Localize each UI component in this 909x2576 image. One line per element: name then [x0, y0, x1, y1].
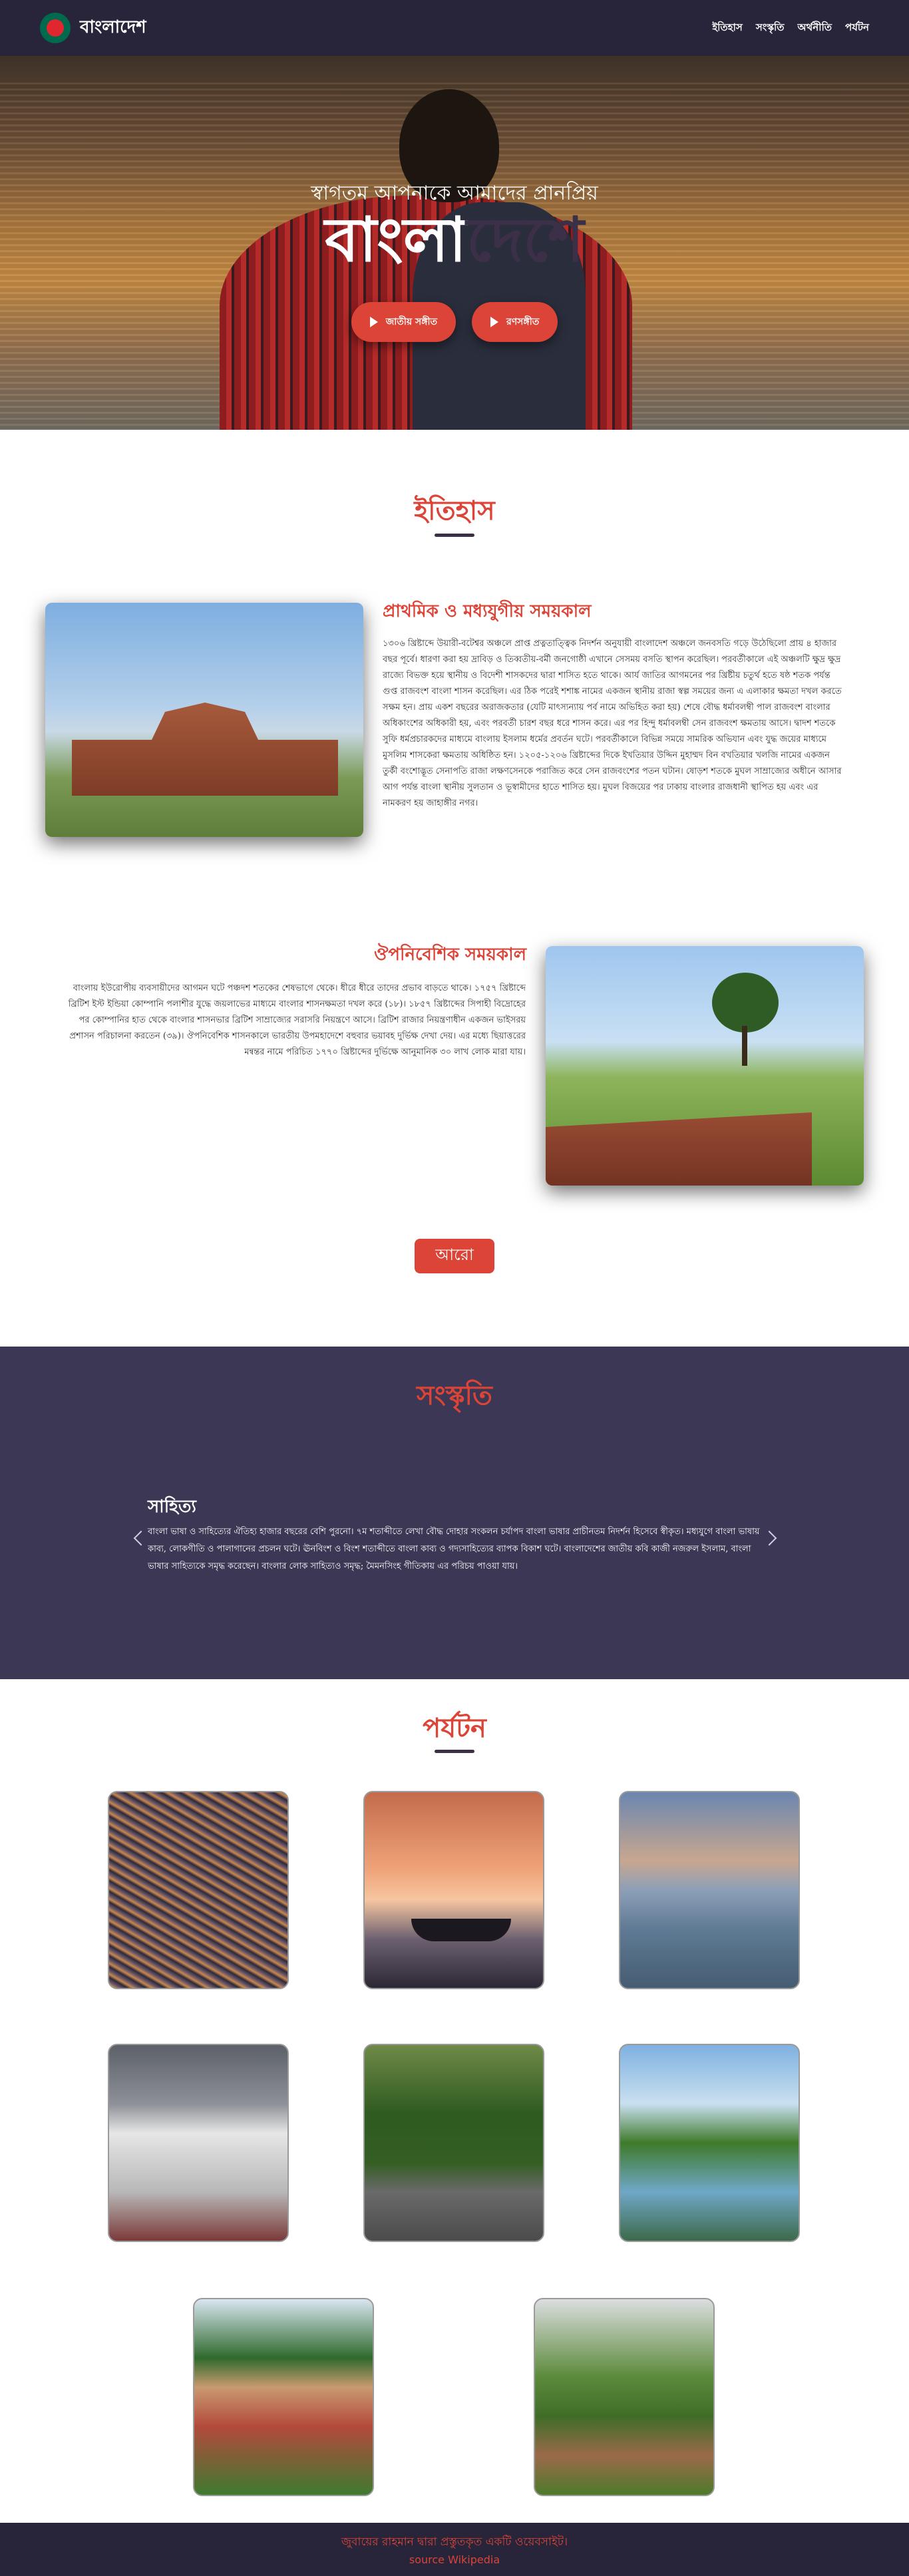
tourism-card-river[interactable] — [619, 1791, 800, 1989]
play-icon — [369, 317, 378, 327]
paharpur-ruins-image — [45, 603, 363, 837]
footer-credit: জুবায়ের রাহমান দ্বারা প্রস্তুতকৃত একটি … — [341, 2535, 568, 2549]
history-title-underline — [435, 534, 474, 537]
colonial-heading: ঔপনিবেশিক সময়কাল — [374, 945, 526, 965]
navbar: বাংলাদেশ ইতিহাস সংস্কৃতি অর্থনীতি পর্যটন — [0, 0, 909, 56]
hero-title-part2: দেশে — [466, 204, 584, 275]
nav-links: ইতিহাস সংস্কৃতি অর্থনীতি পর্যটন — [712, 20, 869, 37]
mahasthangarh-image — [546, 946, 864, 1186]
national-anthem-button[interactable]: জাতীয় সঙ্গীত — [351, 302, 456, 342]
footer-source-link[interactable]: source Wikipedia — [409, 2553, 500, 2566]
history-section-title: ইতিহাস — [414, 495, 495, 526]
hero-title-part1: বাংলা — [325, 204, 466, 275]
tourism-card-road[interactable] — [363, 2044, 544, 2242]
colonial-text: বাংলায় ইউরোপীয় ব্যবসায়ীদের আগমন ঘটে প… — [68, 983, 526, 1057]
footer: জুবায়ের রাহমান দ্বারা প্রস্তুতকৃত একটি … — [0, 2523, 909, 2576]
nav-link-economy[interactable]: অর্থনীতি — [798, 20, 832, 37]
tourism-card-mansion[interactable] — [193, 2298, 374, 2496]
tourism-card-tea-garden[interactable] — [534, 2298, 715, 2496]
tourism-card-city[interactable] — [108, 1791, 289, 1989]
literature-text: বাংলা ভাষা ও সাহিত্যের ঐতিহ্য হাজার বছরে… — [148, 1527, 760, 1571]
early-medieval-text: ১৩০৬ খ্রিষ্টাব্দে উয়ারী-বটেশ্বর অঞ্চলে … — [383, 639, 842, 808]
war-song-label: রণসঙ্গীত — [506, 317, 540, 327]
brand-name: বাংলাদেশ — [80, 17, 146, 37]
nav-link-culture[interactable]: সংস্কৃতি — [756, 20, 785, 37]
hero-buttons: জাতীয় সঙ্গীত রণসঙ্গীত — [0, 302, 909, 342]
literature-heading: সাহিত্য — [148, 1497, 196, 1517]
early-medieval-heading: প্রাথমিক ও মধ্যযুগীয় সময়কাল — [383, 601, 592, 621]
play-icon — [490, 317, 499, 327]
tourism-card-palace[interactable] — [108, 2044, 289, 2242]
war-song-button[interactable]: রণসঙ্গীত — [472, 302, 558, 342]
nav-link-history[interactable]: ইতিহাস — [712, 20, 743, 37]
hero-title: বাংলাদেশে — [0, 206, 909, 273]
culture-section-title: সংস্কৃতি — [417, 1380, 492, 1411]
hero-banner: স্বাগতম আপনাকে আমাদের প্রানপ্রিয় বাংলাদ… — [0, 56, 909, 430]
tourism-title-underline — [435, 1750, 474, 1753]
nav-link-tourism[interactable]: পর্যটন — [845, 20, 869, 37]
tourism-section-title: পর্যটন — [423, 1712, 486, 1744]
bangladesh-flag-icon — [40, 13, 71, 43]
more-button[interactable]: আরো — [415, 1239, 494, 1273]
brand[interactable]: বাংলাদেশ — [40, 13, 146, 43]
national-anthem-label: জাতীয় সঙ্গীত — [385, 317, 438, 327]
tourism-card-sunset-boat[interactable] — [363, 1791, 544, 1989]
tourism-card-lake[interactable] — [619, 2044, 800, 2242]
